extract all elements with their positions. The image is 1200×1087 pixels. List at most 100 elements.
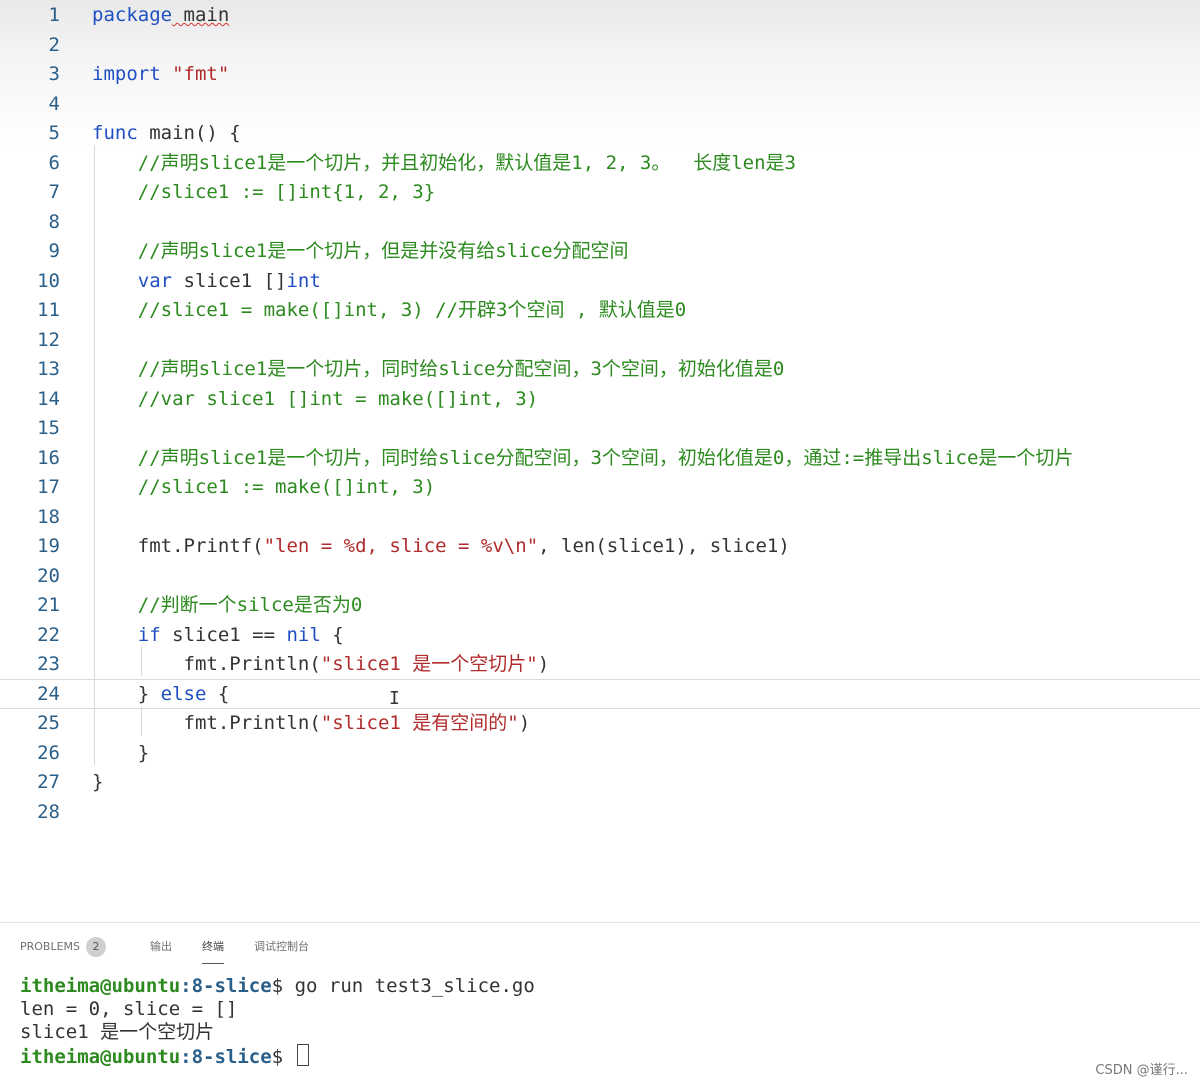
line-number: 28 [37,800,60,823]
line-number: 2 [48,33,60,56]
code-token: package [92,4,173,26]
code-text: func main() { [92,118,241,148]
code-token: } [92,682,161,705]
code-text: //slice1 := make([]int, 3) [92,472,435,502]
tab-output-label: 输出 [150,940,172,953]
code-line[interactable]: 28 [0,797,1200,827]
prompt-path: :8-slice [180,1046,272,1068]
code-token: var [92,269,173,292]
code-token: //slice1 := make([]int, 3) [92,476,436,498]
code-line[interactable]: 27} [0,767,1200,797]
code-line[interactable]: 19 fmt.Printf("len = %d, slice = %v\n", … [0,531,1200,561]
code-text: var slice1 []int [92,266,321,296]
code-line[interactable]: 11 //slice1 = make([]int, 3) //开辟3个空间 , … [0,295,1200,325]
tab-problems[interactable]: PROBLEMS 2 [20,937,107,957]
line-number: 7 [48,181,60,203]
line-number: 1 [48,4,60,26]
line-number: 26 [37,741,60,764]
code-token: //声明slice1是一个切片，同时给slice分配空间，3个空间，初始化值是0 [92,358,785,380]
line-number: 19 [37,535,60,557]
watermark: CSDN @谨行... [1095,1063,1188,1078]
code-token: "slice1 是一个空切片" [320,653,538,675]
code-line[interactable]: 3 import "fmt" [0,59,1200,89]
code-text: //声明slice1是一个切片，同时给slice分配空间，3个空间，初始化值是0… [92,443,1074,473]
code-text: fmt.Println("slice1 是一个空切片") [92,649,550,679]
line-number: 23 [37,653,60,675]
code-text: fmt.Println("slice1 是有空间的") [92,708,531,738]
code-token: ) [537,653,550,675]
code-text: } else { [92,680,230,708]
code-token: "len = %d, slice = %v\n" [263,535,539,557]
code-token: //slice1 := []int{1, 2, 3} [92,181,436,203]
code-token: //slice1 = make([]int, 3) //开辟3个空间 , 默认值… [92,299,687,321]
code-line[interactable]: 14 //var slice1 []int = make([]int, 3) [0,384,1200,414]
line-number: 11 [37,299,60,321]
code-token: "fmt" [172,63,230,85]
code-text: import "fmt" [92,59,229,89]
code-token: slice1 [] [172,269,287,292]
code-token: //声明slice1是一个切片，同时给slice分配空间，3个空间，初始化值是0… [92,446,1074,469]
line-number: 6 [48,151,60,174]
line-number: 27 [37,771,60,793]
code-token: //判断一个silce是否为0 [92,594,363,616]
code-text: //var slice1 []int = make([]int, 3) [92,384,538,414]
code-line[interactable]: 18 [0,502,1200,532]
prompt-path: :8-slice [180,975,272,997]
code-line[interactable]: 26 } [0,738,1200,768]
code-line[interactable]: 12 [0,325,1200,355]
terminal[interactable]: itheima@ubuntu:8-slice$ go run test3_sli… [20,975,1180,1068]
line-number: 4 [48,92,60,115]
code-text: fmt.Printf("len = %d, slice = %v\n", len… [92,531,790,561]
code-token: slice1 == [160,623,287,646]
code-line[interactable]: 9 //声明slice1是一个切片，但是并没有给slice分配空间 [0,236,1200,266]
code-line[interactable]: 24 } else { [0,678,1200,709]
line-number: 12 [37,328,60,351]
code-line[interactable]: 16 //声明slice1是一个切片，同时给slice分配空间，3个空间，初始化… [0,443,1200,473]
code-line[interactable]: 22 if slice1 == nil { [0,620,1200,650]
line-number: 16 [37,446,60,469]
code-line[interactable]: 15 [0,413,1200,443]
code-text: } [92,738,149,768]
code-text: } [92,767,103,797]
terminal-command-line: itheima@ubuntu:8-slice$ go run test3_sli… [20,975,1180,998]
code-line[interactable]: 10 var slice1 []int [0,266,1200,296]
line-number: 24 [37,682,60,705]
code-token: main() { [137,122,241,144]
code-line[interactable]: 7 //slice1 := []int{1, 2, 3} [0,177,1200,207]
code-line[interactable]: 6 //声明slice1是一个切片，并且初始化，默认值是1, 2, 3。 长度l… [0,148,1200,178]
code-token: //声明slice1是一个切片，并且初始化，默认值是1, 2, 3。 长度len… [92,151,796,174]
code-line[interactable]: 8 [0,207,1200,237]
code-line[interactable]: 21 //判断一个silce是否为0 [0,590,1200,620]
code-line[interactable]: 20 [0,561,1200,591]
code-line[interactable]: 25 fmt.Println("slice1 是有空间的") [0,708,1200,738]
line-number: 9 [48,240,60,262]
code-token: fmt.Printf( [92,535,264,557]
code-token: //声明slice1是一个切片，但是并没有给slice分配空间 [92,240,629,262]
code-line[interactable]: 23 fmt.Println("slice1 是一个空切片") [0,649,1200,679]
code-token: int [286,269,321,292]
tab-terminal-label: 终端 [202,940,224,953]
line-number: 25 [37,712,60,734]
code-token: main [172,4,230,26]
code-token: { [320,623,344,646]
line-number: 17 [37,476,60,498]
code-line[interactable]: 4 [0,89,1200,119]
tab-debug-console-label: 调试控制台 [254,940,309,953]
code-line[interactable]: 17 //slice1 := make([]int, 3) [0,472,1200,502]
code-line[interactable]: 2 [0,30,1200,60]
code-line[interactable]: 13 //声明slice1是一个切片，同时给slice分配空间，3个空间，初始化… [0,354,1200,384]
line-number: 18 [37,505,60,528]
tab-debug-console[interactable]: 调试控制台 [254,937,309,957]
line-number: 5 [48,122,60,144]
tab-terminal[interactable]: 终端 [202,937,224,964]
code-token: else [160,682,207,705]
terminal-output-line: len = 0, slice = [] [20,998,238,1020]
code-line[interactable]: 5 func main() { [0,118,1200,148]
code-editor[interactable]: I 1 package main 2 3 import "fmt" 4 5 func main… [0,0,1200,830]
prompt-symbol: $ [271,975,284,997]
code-text: //声明slice1是一个切片，同时给slice分配空间，3个空间，初始化值是0 [92,354,785,384]
prompt-user: itheima@ubuntu [20,1046,181,1068]
tab-output[interactable]: 输出 [150,937,172,957]
line-number: 8 [48,210,60,233]
code-line[interactable]: 1 package main [0,0,1200,30]
